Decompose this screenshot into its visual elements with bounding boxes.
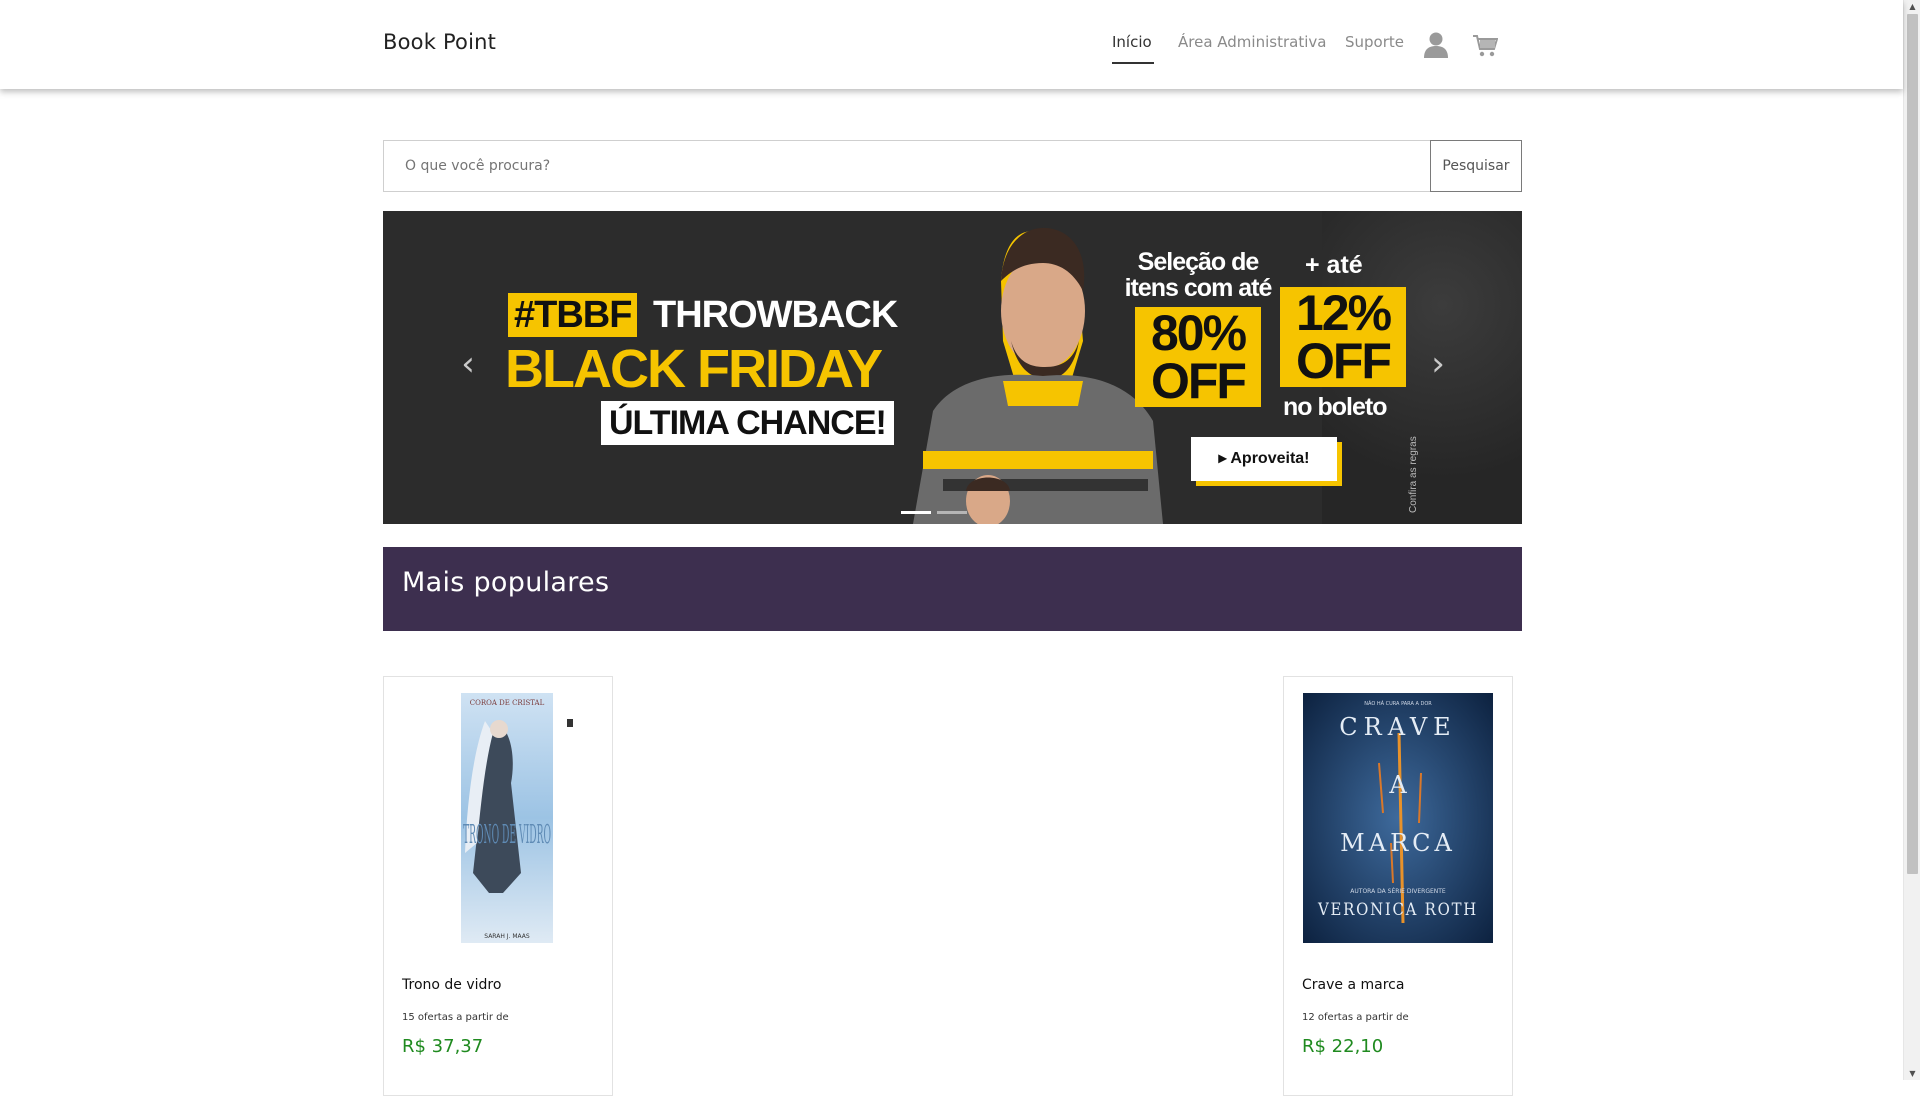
cover-tagline-text: NÃO HÁ CURA PARA A DOR [1364,700,1432,707]
book-cover-image[interactable]: NÃO HÁ CURA PARA A DOR CRAVE A MARCA AUT… [1303,693,1493,943]
user-icon[interactable] [1424,32,1448,58]
cover-author-text: VERONICA ROTH [1317,900,1478,920]
product-offers: 15 ofertas a partir de [402,1012,509,1023]
cover-series-text: COROA DE CRISTAL [470,699,545,707]
scrollbar-thumb[interactable] [1907,14,1918,874]
product-card[interactable]: COROA DE CRISTAL TRONO DE VIDRO SARAH J.… [383,676,613,1096]
scroll-up-icon[interactable]: ▲ [1908,2,1917,11]
banner-headline: BLACK FRIDAY [505,339,883,399]
nav-link-inicio[interactable]: Início [1112,33,1152,51]
product-title[interactable]: Crave a marca [1302,977,1404,993]
search-button[interactable]: Pesquisar [1430,140,1522,192]
banner-cta-button[interactable]: ▸ Aproveita! [1191,437,1337,481]
carousel-indicator-2[interactable] [937,511,967,514]
cart-icon[interactable] [1472,34,1499,58]
brand-logo[interactable]: Book Point [383,30,496,54]
banner-rules-link[interactable]: Confira as regras [1408,436,1419,513]
banner-boleto-text: no boleto [1283,393,1387,421]
nav-link-suporte[interactable]: Suporte [1345,33,1404,51]
search-input[interactable] [383,140,1431,192]
banner-hashtag: #TBBF [508,293,638,337]
banner-discount-12: 12% OFF [1280,287,1406,387]
banner-throwback: THROWBACK [653,294,898,336]
section-header: Mais populares [383,547,1522,631]
page-scrollbar[interactable]: ▲ ▼ [1903,0,1920,1080]
promo-carousel[interactable]: #TBBF THROWBACK BLACK FRIDAY ÚLTIMA CHAN… [383,211,1522,524]
nav-link-area-administrativa[interactable]: Área Administrativa [1178,33,1326,51]
cover-title-line-3: MARCA [1340,829,1456,857]
carousel-next-icon[interactable]: › [1423,344,1453,384]
banner-model-image [883,211,1163,524]
product-price: R$ 37,37 [402,1036,484,1057]
section-title: Mais populares [402,567,610,598]
cover-subtitle-text: AUTORA DA SÉRIE DIVERGENTE [1350,887,1446,895]
book-cover-image[interactable]: COROA DE CRISTAL TRONO DE VIDRO SARAH J.… [403,693,593,943]
scroll-down-icon[interactable]: ▼ [1908,1069,1917,1078]
nav-active-indicator [1112,62,1154,64]
product-price: R$ 22,10 [1302,1036,1384,1057]
cover-title-line-2: A [1388,771,1407,799]
cover-title-text: TRONO DE VIDRO [463,820,551,850]
banner-discount-80: 80% OFF [1135,307,1261,407]
product-offers: 12 ofertas a partir de [1302,1012,1409,1023]
product-card[interactable]: NÃO HÁ CURA PARA A DOR CRAVE A MARCA AUT… [1283,676,1513,1096]
product-title[interactable]: Trono de vidro [402,977,501,993]
carousel-indicator-1[interactable] [901,511,931,514]
banner-subheadline: ÚLTIMA CHANCE! [601,401,894,445]
banner-selection-text: Seleção de itens com até [1124,248,1273,302]
cover-title-line-1: CRAVE [1339,713,1456,741]
carousel-prev-icon[interactable]: ‹ [453,344,483,384]
cover-author-text: SARAH J. MAAS [484,933,530,940]
banner-plus-text: + até [1305,251,1363,279]
navbar: Book Point Início Área Administrativa Su… [0,0,1903,89]
